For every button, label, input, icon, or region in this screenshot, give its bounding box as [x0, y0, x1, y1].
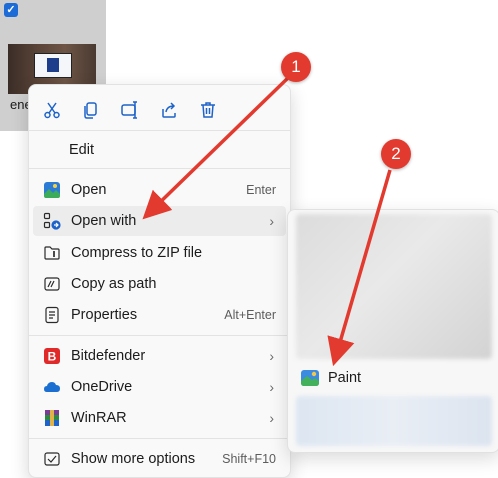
chevron-right-icon: › [269, 379, 274, 395]
photos-icon [42, 180, 62, 200]
menu-item-open-with[interactable]: Open with › [33, 206, 286, 236]
delete-icon[interactable] [193, 95, 223, 125]
divider [29, 168, 290, 169]
menu-item-show-more-options[interactable]: Show more options Shift+F10 [33, 444, 286, 474]
menu-item-open[interactable]: Open Enter [33, 175, 286, 205]
blurred-app-list [296, 214, 492, 359]
step-badge-2: 2 [381, 139, 411, 169]
divider [29, 438, 290, 439]
properties-icon [42, 305, 62, 325]
chevron-right-icon: › [269, 348, 274, 364]
menu-item-onedrive[interactable]: OneDrive › [33, 372, 286, 402]
context-toolbar [29, 95, 290, 125]
chevron-right-icon: › [269, 213, 274, 229]
edit-item[interactable]: Edit [69, 142, 94, 158]
rename-icon[interactable] [115, 95, 145, 125]
menu-item-compress-zip[interactable]: Compress to ZIP file [33, 238, 286, 268]
open-with-submenu: Paint [287, 209, 498, 453]
menu-item-winrar[interactable]: WinRAR › [33, 403, 286, 433]
open-with-icon [42, 211, 62, 231]
more-options-icon [42, 449, 62, 469]
chevron-right-icon: › [269, 410, 274, 426]
divider [29, 130, 290, 131]
step-badge-1: 1 [281, 52, 311, 82]
winrar-icon [42, 408, 62, 428]
checkbox-checked-icon[interactable]: ✓ [4, 3, 18, 17]
svg-text:B: B [48, 350, 57, 364]
share-icon[interactable] [154, 95, 184, 125]
menu-item-copy-as-path[interactable]: Copy as path [33, 269, 286, 299]
bitdefender-icon: B [42, 346, 62, 366]
cut-icon[interactable] [37, 95, 67, 125]
submenu-item-paint[interactable]: Paint [292, 363, 493, 393]
paint-icon [300, 368, 320, 388]
menu-item-properties[interactable]: Properties Alt+Enter [33, 300, 286, 330]
divider [29, 335, 290, 336]
copy-icon[interactable] [76, 95, 106, 125]
context-menu: Edit Open Enter Open with › Compress to … [28, 84, 291, 478]
menu-item-bitdefender[interactable]: B Bitdefender › [33, 341, 286, 371]
copy-path-icon [42, 274, 62, 294]
zip-icon [42, 243, 62, 263]
blurred-app-list [296, 396, 492, 446]
onedrive-icon [42, 377, 62, 397]
